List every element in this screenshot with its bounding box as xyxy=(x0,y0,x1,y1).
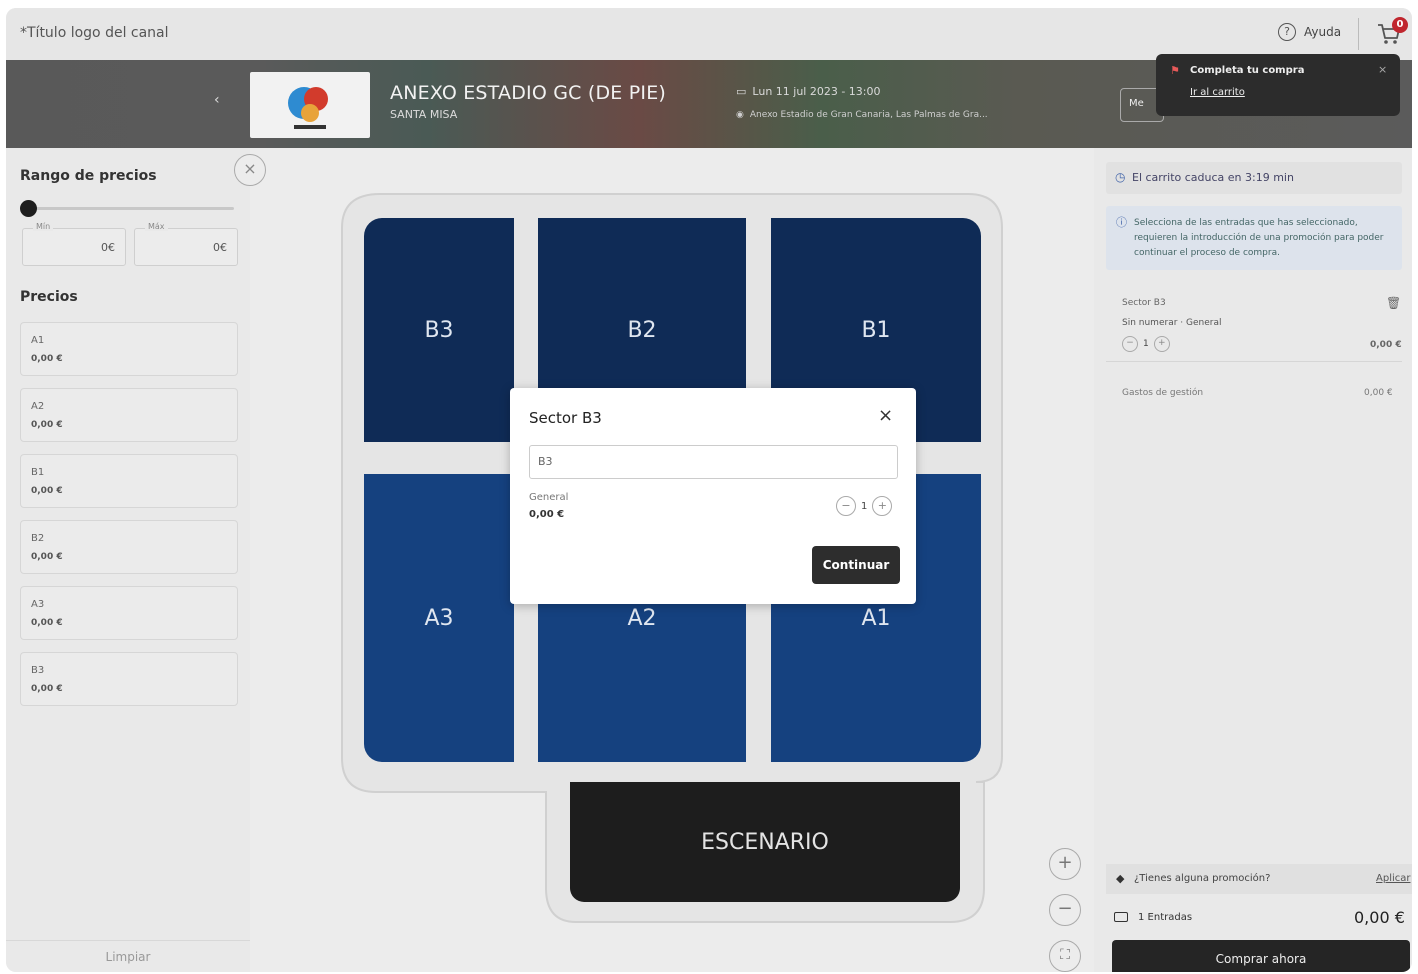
cart-item-sector: Sector B3 xyxy=(1122,298,1166,308)
total-row: 1 Entradas 0,00 € xyxy=(1106,906,1412,932)
cart-timer: ◷ El carrito caduca en 3:19 min xyxy=(1106,162,1402,194)
cart-item-quantity-stepper: − 1 + xyxy=(1122,336,1170,352)
quantity-value: 1 xyxy=(861,500,868,512)
sector-label: B2 xyxy=(627,317,657,343)
sector-label: B3 xyxy=(424,317,454,343)
minus-button[interactable]: − xyxy=(836,496,856,516)
sector-label: A3 xyxy=(424,605,454,631)
promo-info-text: Selecciona de las entradas que has selec… xyxy=(1134,218,1384,258)
modal-title: Sector B3 xyxy=(529,409,602,427)
rate-label: General xyxy=(529,492,569,503)
promo-info-notice: ⓘ Selecciona de las entradas que has sel… xyxy=(1106,206,1402,270)
plus-button[interactable]: + xyxy=(872,496,893,516)
cart-item-price: 0,00 € xyxy=(1370,340,1402,350)
sector-label: A1 xyxy=(861,605,891,631)
info-icon: ⓘ xyxy=(1116,216,1127,229)
rate-price: 0,00 € xyxy=(529,509,565,520)
cart-item-quantity: 1 xyxy=(1143,339,1149,349)
total-tickets-label: 1 Entradas xyxy=(1138,912,1193,923)
ticket-icon xyxy=(1114,912,1128,922)
close-icon[interactable]: × xyxy=(878,405,893,426)
cart-item-plus-button[interactable]: + xyxy=(1153,336,1170,352)
sector-modal: Sector B3 × B3 General 0,00 € − 1 + Cont… xyxy=(510,388,916,604)
stage: ESCENARIO xyxy=(570,782,960,902)
total-amount: 0,00 € xyxy=(1354,908,1405,927)
fees-label: Gastos de gestión xyxy=(1122,388,1204,398)
sector-input[interactable]: B3 xyxy=(529,445,898,479)
sector-a3[interactable]: A3 xyxy=(364,474,514,762)
cart-panel: ◷ El carrito caduca en 3:19 min ⓘ Selecc… xyxy=(1094,148,1412,972)
apply-promo-link[interactable]: Aplicar xyxy=(1376,873,1410,884)
promo-row: ◆ ¿Tienes alguna promoción? Aplicar xyxy=(1106,864,1412,894)
cart-item-type: Sin numerar · General xyxy=(1122,318,1222,328)
fees-value: 0,00 € xyxy=(1364,388,1393,398)
app-window: *Título logo del canal ? Ayuda 0 ‹ ANEXO… xyxy=(6,8,1412,972)
fit-to-screen-button[interactable]: ⛶ xyxy=(1049,940,1081,972)
trash-icon[interactable]: 🗑 xyxy=(1386,296,1401,310)
sector-label: B1 xyxy=(861,317,891,343)
zoom-in-button[interactable]: + xyxy=(1049,848,1081,880)
promo-question: ¿Tienes alguna promoción? xyxy=(1134,873,1271,884)
tag-icon: ◆ xyxy=(1116,872,1125,885)
quantity-stepper: − 1 + xyxy=(836,496,893,516)
cart-item: Sector B3 Sin numerar · General 🗑 − 1 + … xyxy=(1106,282,1402,362)
sector-label: A2 xyxy=(627,605,657,631)
cart-timer-text: El carrito caduca en 3:19 min xyxy=(1132,171,1294,184)
buy-now-button[interactable]: Comprar ahora xyxy=(1112,940,1410,972)
clock-icon: ◷ xyxy=(1115,170,1126,184)
cart-item-minus-button[interactable]: − xyxy=(1122,336,1138,352)
zoom-out-button[interactable]: − xyxy=(1049,894,1081,926)
stage-label: ESCENARIO xyxy=(701,829,829,855)
sector-b3[interactable]: B3 xyxy=(364,218,514,442)
continue-button[interactable]: Continuar xyxy=(812,546,900,584)
